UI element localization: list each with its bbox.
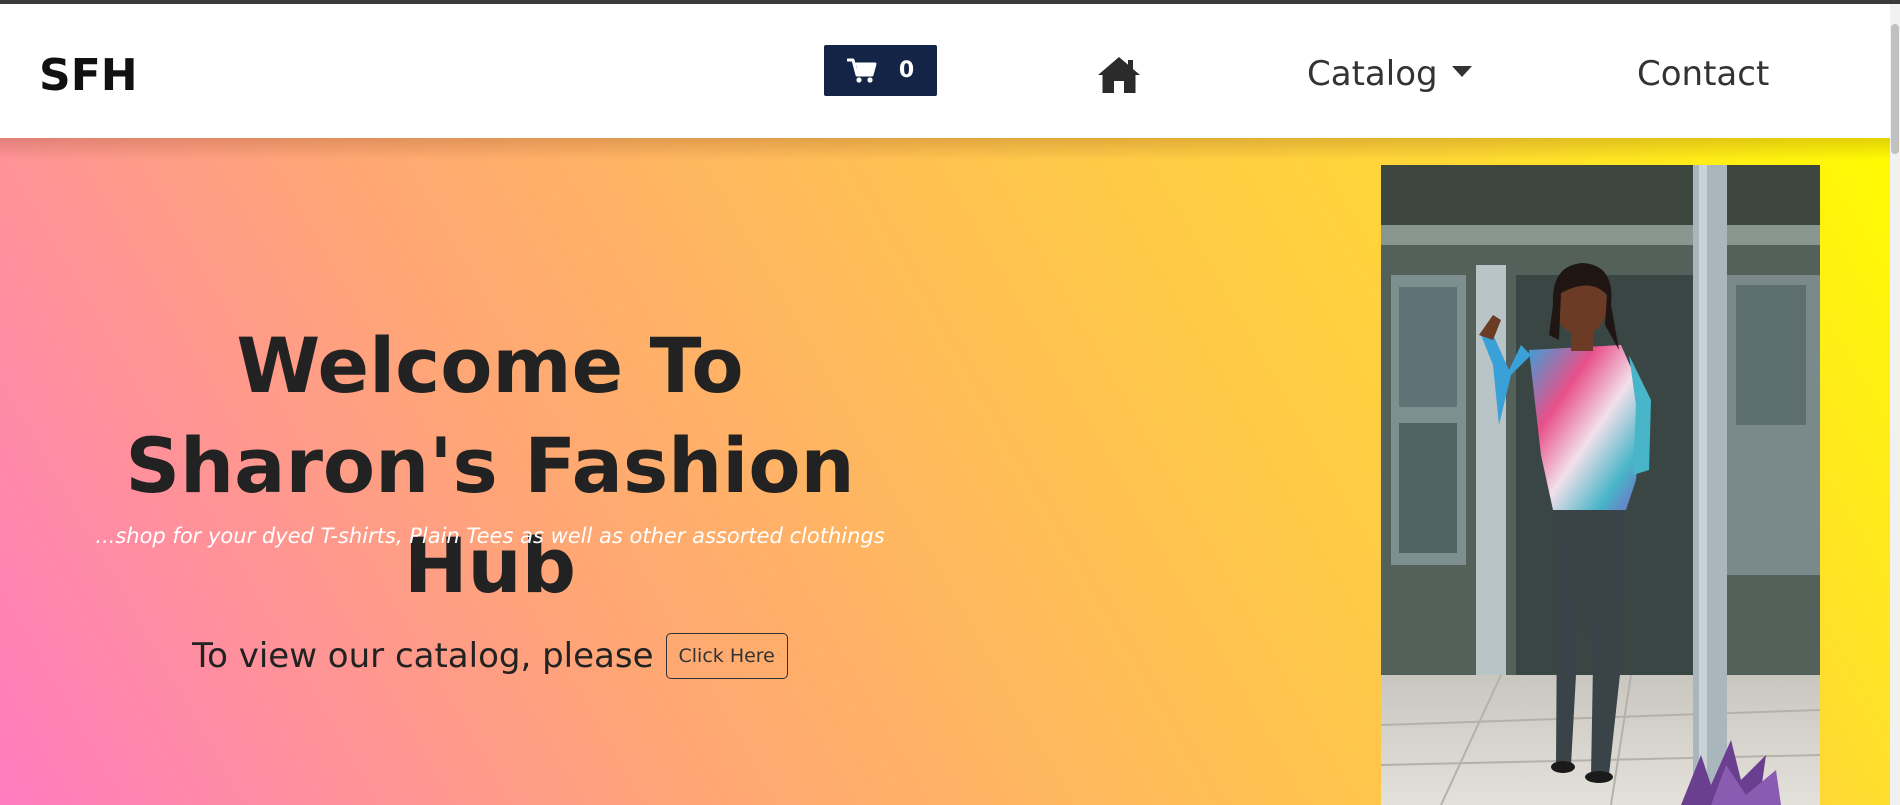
page: SFH 0 Catalog Contact Welcome To Sharon'… <box>0 0 1900 805</box>
home-link[interactable] <box>1096 55 1142 95</box>
hero-subtitle: ...shop for your dyed T-shirts, Plain Te… <box>95 524 885 548</box>
click-here-button[interactable]: Click Here <box>665 633 788 679</box>
navbar: SFH 0 Catalog Contact <box>0 4 1890 138</box>
cart-icon <box>846 58 877 84</box>
scrollbar-thumb[interactable] <box>1891 24 1899 154</box>
caret-down-icon <box>1451 65 1472 77</box>
home-icon <box>1096 57 1142 99</box>
hero-banner: Welcome To Sharon's Fashion Hub ...shop … <box>0 138 1890 805</box>
contact-link[interactable]: Contact <box>1637 52 1769 96</box>
cta-text: To view our catalog, please <box>192 636 654 676</box>
hero-title: Welcome To Sharon's Fashion Hub <box>40 316 940 616</box>
catalog-dropdown[interactable]: Catalog <box>1307 52 1472 96</box>
hero-title-line1: Welcome To <box>236 321 744 410</box>
brand-logo[interactable]: SFH <box>39 48 138 104</box>
hero-title-line2: Sharon's Fashion Hub <box>125 421 855 610</box>
hero-photo <box>1381 165 1820 805</box>
cart-count: 0 <box>898 58 915 83</box>
catalog-label: Catalog <box>1307 54 1438 94</box>
cart-button[interactable]: 0 <box>824 45 937 96</box>
catalog-cta: To view our catalog, please Click Here <box>40 633 940 679</box>
